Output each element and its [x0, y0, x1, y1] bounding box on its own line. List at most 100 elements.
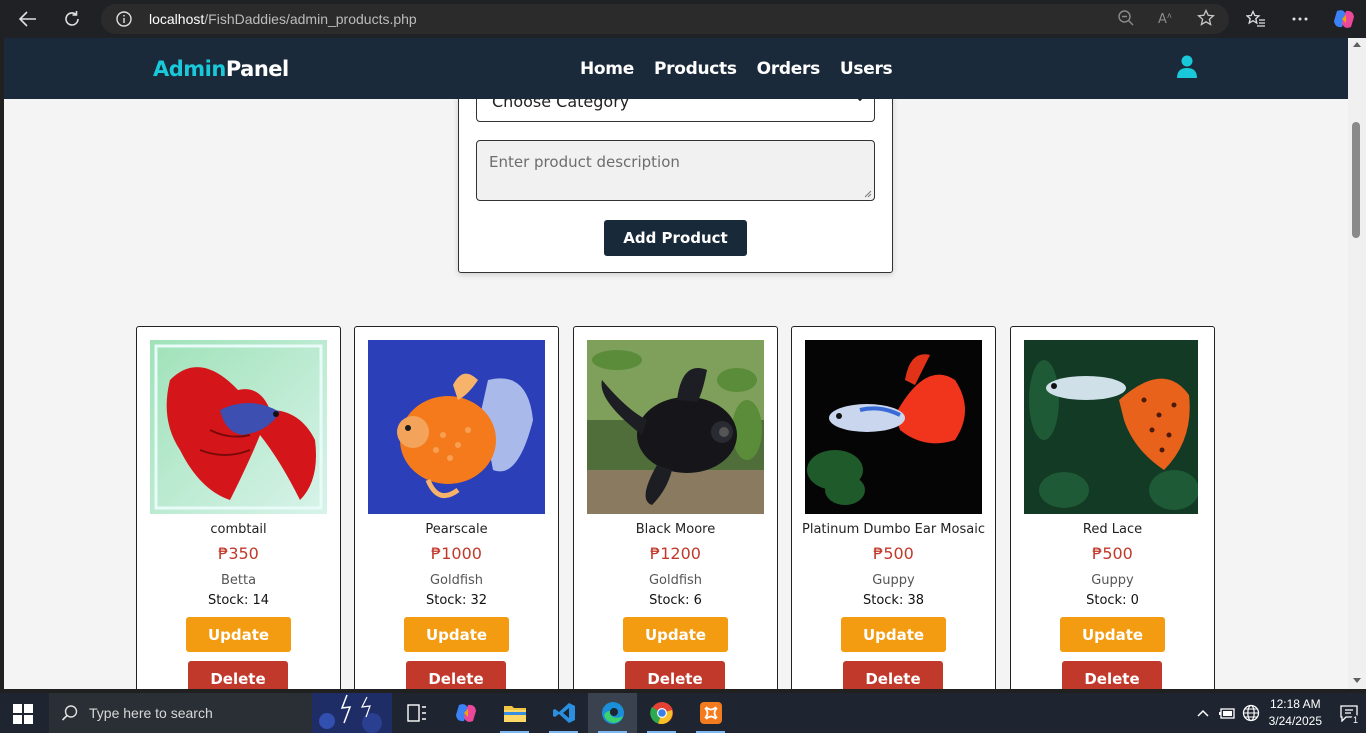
search-icon: [61, 705, 78, 721]
taskbar-copilot[interactable]: [441, 693, 490, 733]
product-price: ₱1200: [650, 544, 701, 563]
update-button[interactable]: Update: [1060, 617, 1165, 652]
delete-button[interactable]: Delete: [843, 661, 943, 689]
user-account-icon[interactable]: [1176, 55, 1198, 79]
task-view-icon: [406, 704, 426, 722]
page-scrollbar[interactable]: [1348, 38, 1366, 689]
copilot-app-icon: [455, 704, 476, 722]
product-category: Betta: [220, 573, 257, 588]
taskbar-edge[interactable]: [588, 693, 637, 733]
nav-home[interactable]: Home: [580, 59, 634, 79]
read-aloud-icon[interactable]: Aʌ: [1157, 9, 1175, 27]
back-arrow-icon: [19, 11, 36, 27]
system-clock[interactable]: 12:18 AM 3/24/2025: [1269, 696, 1322, 730]
url-path: /FishDaddies/admin_products.php: [204, 11, 417, 27]
battery-button[interactable]: [1215, 693, 1239, 733]
notification-center-button[interactable]: 1: [1332, 693, 1366, 733]
clock-time: 12:18 AM: [1269, 697, 1321, 711]
reload-icon: [65, 11, 79, 26]
product-name: combtail: [210, 522, 267, 537]
taskbar-vscode[interactable]: [539, 693, 588, 733]
product-name: Pearscale: [425, 522, 488, 537]
zoom-icon[interactable]: [1117, 9, 1135, 27]
nav-users[interactable]: Users: [840, 59, 893, 79]
favorite-star-icon[interactable]: [1197, 9, 1215, 27]
product-image-black-moore: [587, 340, 764, 514]
svg-text:A: A: [1158, 12, 1167, 27]
nav-products[interactable]: Products: [654, 59, 737, 79]
product-card: Red Lace ₱500 Guppy Stock: 0 Update Dele…: [1010, 326, 1215, 689]
product-category: Goldfish: [648, 573, 703, 588]
update-button[interactable]: Update: [404, 617, 509, 652]
update-button[interactable]: Update: [186, 617, 291, 652]
windows-start-icon[interactable]: [13, 704, 33, 724]
product-category: Guppy: [1091, 573, 1134, 588]
taskbar-xampp[interactable]: [686, 693, 735, 733]
more-dots-icon: [1292, 17, 1308, 21]
product-category: Goldfish: [429, 573, 484, 588]
folder-icon: [503, 706, 526, 722]
delete-button[interactable]: Delete: [1062, 661, 1162, 689]
admin-header: AdminPanel Home Products Orders Users: [4, 38, 1348, 99]
address-bar[interactable]: localhost/FishDaddies/admin_products.php…: [101, 4, 1229, 34]
edge-browser-icon: [601, 702, 624, 724]
scroll-up-arrow-icon[interactable]: [1353, 42, 1361, 47]
update-button[interactable]: Update: [623, 617, 728, 652]
scroll-thumb[interactable]: [1352, 122, 1360, 238]
product-image-pearscale: [368, 340, 545, 514]
site-info-icon[interactable]: [115, 10, 133, 28]
page-viewport: AdminPanel Home Products Orders Users Ch…: [0, 38, 1348, 689]
url-text: localhost/FishDaddies/admin_products.php: [149, 11, 417, 27]
network-button[interactable]: [1239, 693, 1263, 733]
nav-orders[interactable]: Orders: [757, 59, 821, 79]
product-category: Guppy: [872, 573, 915, 588]
windows-taskbar: Type here to search 12:18 AM 3/24/2025 1: [0, 693, 1366, 733]
product-image-platinum-guppy: [805, 340, 982, 514]
add-product-button[interactable]: Add Product: [604, 220, 747, 256]
tray-overflow-button[interactable]: [1191, 693, 1215, 733]
brand-logo[interactable]: AdminPanel: [153, 57, 289, 81]
product-image-red-lace-guppy: [1024, 340, 1201, 514]
description-placeholder: Enter product description: [489, 153, 680, 171]
delete-button[interactable]: Delete: [188, 661, 288, 689]
back-button[interactable]: [14, 5, 42, 33]
product-stock: Stock: 38: [862, 593, 925, 608]
chrome-browser-icon: [649, 702, 673, 725]
product-price: ₱500: [873, 544, 914, 563]
svg-text:ʌ: ʌ: [1167, 11, 1172, 20]
product-stock: Stock: 6: [649, 593, 702, 608]
xampp-icon: [699, 702, 722, 724]
brand-part-panel: Panel: [225, 57, 289, 81]
delete-button[interactable]: Delete: [625, 661, 725, 689]
clock-date: 3/24/2025: [1268, 714, 1322, 728]
battery-icon: [1218, 708, 1235, 719]
taskbar-chrome[interactable]: [637, 693, 686, 733]
chevron-up-icon: [1197, 709, 1209, 717]
url-host: localhost: [149, 11, 205, 27]
taskbar-search[interactable]: Type here to search: [49, 693, 392, 733]
product-price: ₱500: [1092, 544, 1133, 563]
update-button[interactable]: Update: [841, 617, 946, 652]
copilot-button[interactable]: [1332, 5, 1356, 33]
product-price: ₱350: [218, 544, 259, 563]
product-description-input[interactable]: Enter product description: [476, 140, 875, 201]
product-stock: Stock: 14: [207, 593, 270, 608]
product-name: Platinum Dumbo Ear Mosaic: [802, 522, 985, 537]
scroll-down-arrow-icon[interactable]: [1353, 678, 1361, 683]
taskbar-file-explorer[interactable]: [490, 693, 539, 733]
task-view-button[interactable]: [392, 693, 441, 733]
product-stock: Stock: 0: [1086, 593, 1139, 608]
product-card: Platinum Dumbo Ear Mosaic ₱500 Guppy Sto…: [791, 326, 996, 689]
favorites-button[interactable]: [1244, 5, 1268, 33]
resize-handle-icon[interactable]: [864, 190, 872, 198]
product-price: ₱1000: [431, 544, 482, 563]
product-image-betta: [150, 340, 327, 514]
product-card: Black Moore ₱1200 Goldfish Stock: 6 Upda…: [573, 326, 778, 689]
brand-part-admin: Admin: [153, 57, 226, 81]
product-card: combtail ₱350 Betta Stock: 14 Update Del…: [136, 326, 341, 689]
more-menu-button[interactable]: [1288, 5, 1312, 33]
main-nav: Home Products Orders Users: [580, 59, 893, 79]
product-name: Black Moore: [635, 522, 716, 537]
reload-button[interactable]: [58, 5, 86, 33]
delete-button[interactable]: Delete: [406, 661, 506, 689]
